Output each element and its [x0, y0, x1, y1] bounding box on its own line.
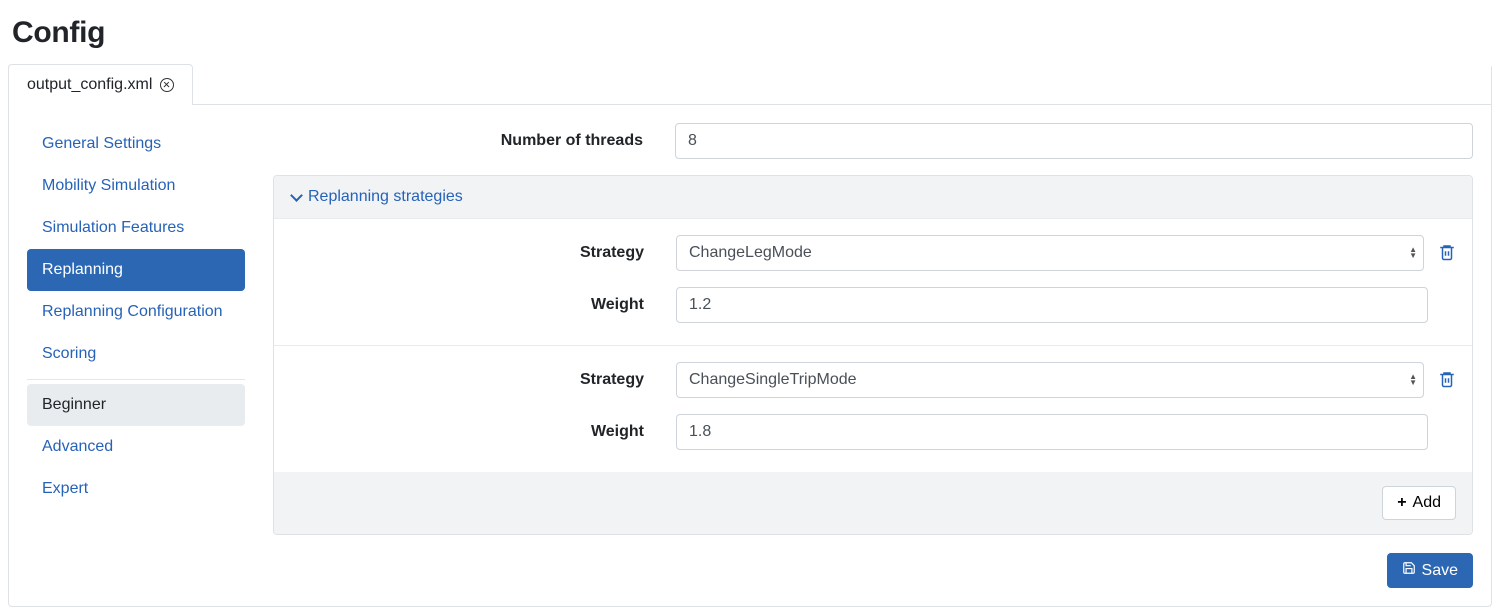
tab-bar: output_config.xml — [9, 64, 1491, 105]
sidebar-main-section: General Settings Mobility Simulation Sim… — [27, 123, 245, 375]
save-button[interactable]: Save — [1387, 553, 1473, 588]
sidebar: General Settings Mobility Simulation Sim… — [27, 123, 245, 510]
row-number-of-threads: Number of threads — [273, 123, 1473, 159]
accordion-footer: + Add — [274, 472, 1472, 534]
save-button-label: Save — [1422, 562, 1458, 580]
label-number-of-threads: Number of threads — [273, 132, 643, 150]
chevron-down-icon — [290, 191, 302, 203]
close-icon[interactable] — [160, 78, 174, 92]
select-strategy[interactable]: ChangeSingleTripMode ▲▼ — [676, 362, 1424, 398]
config-panel: output_config.xml General Settings Mobil… — [8, 64, 1492, 607]
input-weight[interactable] — [676, 414, 1428, 450]
main-form: Number of threads Replanning strategies … — [273, 123, 1473, 588]
select-strategy-value: ChangeSingleTripMode — [689, 371, 857, 388]
accordion-title: Replanning strategies — [308, 188, 463, 206]
add-strategy-button[interactable]: + Add — [1382, 486, 1456, 520]
sidebar-item-replanning[interactable]: Replanning — [27, 249, 245, 291]
tab-body: General Settings Mobility Simulation Sim… — [9, 105, 1491, 606]
plus-icon: + — [1397, 495, 1406, 511]
sidebar-item-replanning-configuration[interactable]: Replanning Configuration — [27, 291, 245, 333]
page-title: Config — [12, 16, 1492, 50]
delete-strategy-button[interactable] — [1434, 368, 1456, 393]
save-bar: Save — [273, 535, 1473, 588]
select-stepper-icon: ▲▼ — [1409, 247, 1417, 259]
strategy-row: Strategy ChangeSingleTripMode ▲▼ — [274, 345, 1472, 472]
label-weight: Weight — [290, 296, 644, 314]
tab-label: output_config.xml — [27, 76, 152, 94]
sidebar-item-mobility-simulation[interactable]: Mobility Simulation — [27, 165, 245, 207]
sidebar-item-advanced[interactable]: Advanced — [27, 426, 245, 468]
input-number-of-threads[interactable] — [675, 123, 1473, 159]
sidebar-item-simulation-features[interactable]: Simulation Features — [27, 207, 245, 249]
replanning-strategies-accordion: Replanning strategies Strategy ChangeLeg… — [273, 175, 1473, 535]
tab-output-config[interactable]: output_config.xml — [8, 64, 193, 105]
accordion-header[interactable]: Replanning strategies — [274, 176, 1472, 218]
input-weight[interactable] — [676, 287, 1428, 323]
select-strategy[interactable]: ChangeLegMode ▲▼ — [676, 235, 1424, 271]
label-strategy: Strategy — [290, 371, 644, 389]
trash-icon — [1438, 370, 1456, 388]
sidebar-item-scoring[interactable]: Scoring — [27, 333, 245, 375]
save-icon — [1402, 561, 1416, 580]
select-strategy-value: ChangeLegMode — [689, 244, 812, 261]
sidebar-item-beginner[interactable]: Beginner — [27, 384, 245, 426]
sidebar-level-section: Beginner Advanced Expert — [27, 379, 245, 510]
add-button-label: Add — [1413, 494, 1441, 512]
trash-icon — [1438, 243, 1456, 261]
label-strategy: Strategy — [290, 244, 644, 262]
delete-strategy-button[interactable] — [1434, 241, 1456, 266]
sidebar-item-general-settings[interactable]: General Settings — [27, 123, 245, 165]
label-weight: Weight — [290, 423, 644, 441]
sidebar-item-expert[interactable]: Expert — [27, 468, 245, 510]
select-stepper-icon: ▲▼ — [1409, 374, 1417, 386]
strategy-row: Strategy ChangeLegMode ▲▼ — [274, 218, 1472, 345]
